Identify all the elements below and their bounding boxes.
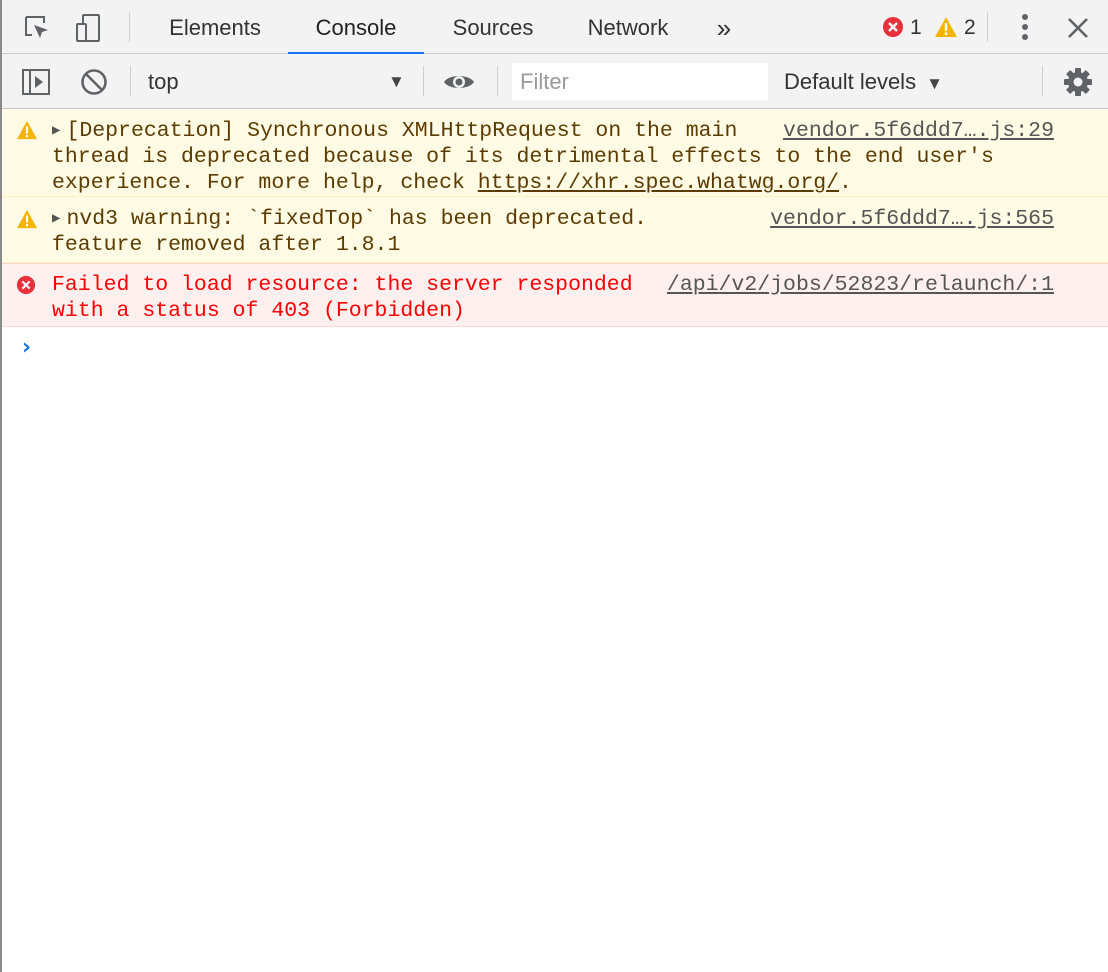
warning-icon	[16, 209, 38, 237]
toolbar-divider	[130, 66, 131, 96]
device-toolbar-icon[interactable]	[72, 11, 106, 45]
tab-sources[interactable]: Sources	[426, 0, 560, 54]
message-source-link[interactable]: vendor.5f6ddd7….js:29	[783, 118, 1054, 144]
console-message-warning[interactable]: ▶ nvd3 warning: `fixedTop` has been depre…	[2, 197, 1108, 263]
spec-link[interactable]: https://xhr.spec.whatwg.org/	[478, 171, 839, 195]
toolbar-divider	[1042, 66, 1043, 96]
toolbar-divider	[129, 12, 130, 42]
warning-count[interactable]: 2	[964, 0, 976, 54]
filter-input[interactable]	[512, 63, 768, 100]
console-toolbar: top ▼ Default levels ▼	[2, 54, 1108, 109]
more-tabs-icon[interactable]: »	[698, 0, 750, 54]
tab-elements[interactable]: Elements	[145, 0, 285, 54]
more-options-icon[interactable]	[1010, 12, 1040, 42]
live-expression-eye-icon[interactable]	[442, 68, 476, 96]
warning-icon	[16, 120, 38, 148]
toolbar-divider	[497, 66, 498, 96]
close-icon[interactable]	[1064, 14, 1092, 42]
console-message-error[interactable]: Failed to load resource: the server resp…	[2, 263, 1108, 327]
expand-triangle-icon[interactable]: ▶	[52, 211, 60, 227]
error-icon	[16, 275, 36, 303]
warning-count-icon[interactable]	[934, 16, 958, 38]
message-source-link[interactable]: /api/v2/jobs/52823/relaunch/:1	[667, 272, 1054, 298]
inspect-element-icon[interactable]	[20, 11, 54, 45]
context-selector-value[interactable]: top	[148, 54, 179, 109]
expand-triangle-icon[interactable]: ▶	[52, 123, 60, 139]
tab-console[interactable]: Console	[288, 0, 424, 55]
message-source-link[interactable]: vendor.5f6ddd7….js:565	[770, 206, 1054, 232]
error-count[interactable]: 1	[910, 0, 922, 54]
dropdown-arrow-icon[interactable]: ▼	[388, 54, 405, 109]
console-prompt-icon[interactable]: ›	[22, 335, 31, 360]
console-message-warning[interactable]: ▶ [Deprecation] Synchronous XMLHttpReques…	[2, 109, 1108, 197]
log-levels-dropdown[interactable]: Default levels ▼	[784, 54, 943, 109]
show-sidebar-icon[interactable]	[20, 66, 52, 98]
console-settings-gear-icon[interactable]	[1062, 66, 1094, 98]
devtools-tab-bar: Elements Console Sources Network » 1 2	[2, 0, 1108, 55]
tab-network[interactable]: Network	[562, 0, 694, 54]
log-levels-label[interactable]: Default levels	[784, 69, 916, 94]
dropdown-arrow-icon[interactable]: ▼	[926, 74, 943, 93]
toolbar-divider	[987, 12, 988, 42]
error-count-icon[interactable]	[882, 16, 904, 38]
toolbar-divider	[423, 66, 424, 96]
clear-console-icon[interactable]	[78, 66, 110, 98]
console-messages: ▶ [Deprecation] Synchronous XMLHttpReques…	[2, 109, 1108, 360]
